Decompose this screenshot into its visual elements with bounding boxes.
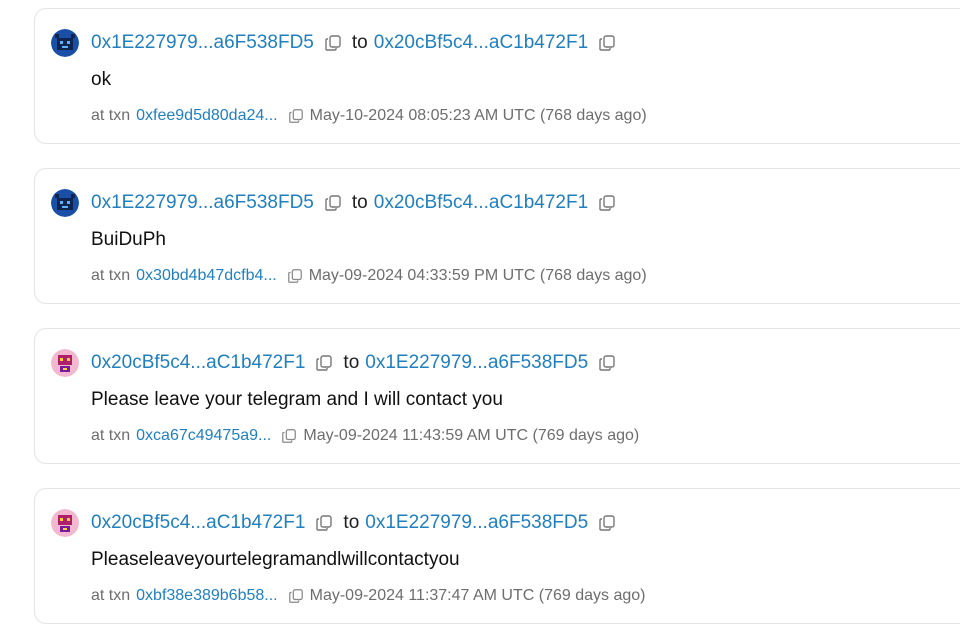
pink-robot-avatar-icon — [51, 509, 79, 537]
message-meta: at txn 0xbf38e389b6b58... May-09-2024 11… — [91, 585, 646, 607]
from-address-link[interactable]: 0x1E227979...a6F538FD5 — [91, 32, 314, 54]
message-text: Pleaseleaveyourtelegramandlwillcontactyo… — [91, 549, 460, 570]
from-address-link[interactable]: 0x20cBf5c4...aC1b472F1 — [91, 352, 305, 374]
copy-icon[interactable] — [288, 588, 304, 604]
blue-robot-avatar-icon — [51, 189, 79, 217]
copy-icon[interactable] — [324, 194, 342, 212]
copy-icon[interactable] — [281, 428, 297, 444]
from-address-link[interactable]: 0x20cBf5c4...aC1b472F1 — [91, 512, 305, 534]
txn-hash-link[interactable]: 0x30bd4b47dcfb4... — [136, 267, 277, 285]
message-header: 0x1E227979...a6F538FD5 to 0x20cBf5c4...a… — [91, 29, 616, 57]
to-address-link[interactable]: 0x20cBf5c4...aC1b472F1 — [374, 192, 588, 214]
message-meta: at txn 0xfee9d5d80da24... May-10-2024 08… — [91, 105, 647, 127]
copy-icon[interactable] — [288, 108, 304, 124]
txn-label: at txn — [91, 267, 131, 284]
message-text: ok — [91, 69, 112, 90]
copy-icon[interactable] — [315, 514, 333, 532]
to-label: to — [351, 32, 368, 53]
txn-label: at txn — [91, 427, 131, 444]
copy-icon[interactable] — [287, 268, 303, 284]
message-header: 0x1E227979...a6F538FD5 to 0x20cBf5c4...a… — [91, 189, 616, 217]
pink-robot-avatar-icon — [51, 349, 79, 377]
copy-icon[interactable] — [324, 34, 342, 52]
message-text: BuiDuPh — [91, 229, 166, 250]
txn-hash-link[interactable]: 0xbf38e389b6b58... — [136, 587, 277, 605]
copy-icon[interactable] — [315, 354, 333, 372]
to-address-link[interactable]: 0x1E227979...a6F538FD5 — [365, 352, 588, 374]
txn-label: at txn — [91, 587, 131, 604]
message-text: Please leave your telegram and I will co… — [91, 389, 503, 410]
txn-label: at txn — [91, 107, 131, 124]
timestamp: May-09-2024 11:37:47 AM UTC (769 days ag… — [309, 587, 646, 604]
to-label: to — [343, 512, 360, 533]
copy-icon[interactable] — [598, 194, 616, 212]
message-header: 0x20cBf5c4...aC1b472F1 to 0x1E227979...a… — [91, 349, 616, 377]
message-card: 0x1E227979...a6F538FD5 to 0x20cBf5c4...a… — [34, 8, 960, 144]
copy-icon[interactable] — [598, 34, 616, 52]
message-card: 0x20cBf5c4...aC1b472F1 to 0x1E227979...a… — [34, 328, 960, 464]
copy-icon[interactable] — [598, 514, 616, 532]
timestamp: May-09-2024 11:43:59 AM UTC (769 days ag… — [303, 427, 640, 444]
message-header: 0x20cBf5c4...aC1b472F1 to 0x1E227979...a… — [91, 509, 616, 537]
to-label: to — [343, 352, 360, 373]
to-label: to — [351, 192, 368, 213]
timestamp: May-09-2024 04:33:59 PM UTC (768 days ag… — [308, 267, 647, 284]
copy-icon[interactable] — [598, 354, 616, 372]
message-meta: at txn 0x30bd4b47dcfb4... May-09-2024 04… — [91, 265, 647, 287]
txn-hash-link[interactable]: 0xfee9d5d80da24... — [136, 107, 277, 125]
timestamp: May-10-2024 08:05:23 AM UTC (768 days ag… — [309, 107, 647, 124]
to-address-link[interactable]: 0x1E227979...a6F538FD5 — [365, 512, 588, 534]
message-card: 0x20cBf5c4...aC1b472F1 to 0x1E227979...a… — [34, 488, 960, 624]
txn-hash-link[interactable]: 0xca67c49475a9... — [136, 427, 271, 445]
message-meta: at txn 0xca67c49475a9... May-09-2024 11:… — [91, 425, 639, 447]
message-card: 0x1E227979...a6F538FD5 to 0x20cBf5c4...a… — [34, 168, 960, 304]
from-address-link[interactable]: 0x1E227979...a6F538FD5 — [91, 192, 314, 214]
blue-robot-avatar-icon — [51, 29, 79, 57]
to-address-link[interactable]: 0x20cBf5c4...aC1b472F1 — [374, 32, 588, 54]
